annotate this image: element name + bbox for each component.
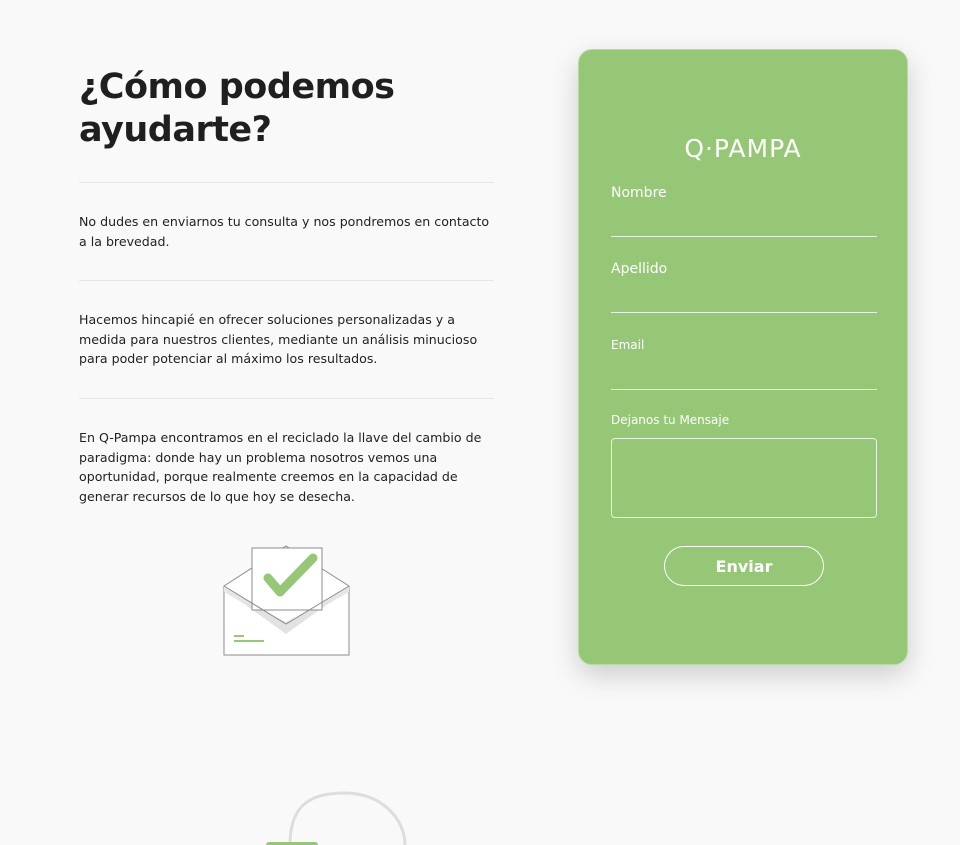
contact-form: Q·PAMPA Nombre Apellido Email Dejanos tu… — [578, 49, 908, 665]
apellido-field: Apellido — [611, 261, 877, 313]
email-field: Email — [611, 338, 877, 390]
divider — [79, 398, 494, 399]
contact-info: ¿Cómo podemos ayudarte? No dudes en envi… — [79, 66, 494, 504]
mensaje-field: Dejanos tu Mensaje — [611, 413, 877, 518]
decorative-shape — [266, 791, 407, 845]
divider — [79, 182, 494, 183]
nombre-field: Nombre — [611, 185, 877, 237]
enviar-button[interactable]: Enviar — [664, 546, 824, 586]
apellido-input[interactable] — [611, 283, 877, 313]
intro-paragraph: No dudes en enviarnos tu consulta y nos … — [79, 214, 490, 249]
page-title: ¿Cómo podemos ayudarte? — [79, 67, 395, 150]
nombre-label: Nombre — [611, 185, 667, 201]
mensaje-label: Dejanos tu Mensaje — [611, 413, 730, 427]
brand-logo: Q·PAMPA — [684, 134, 802, 163]
email-input[interactable] — [611, 360, 877, 390]
nombre-input[interactable] — [611, 207, 877, 237]
divider — [79, 280, 494, 281]
email-label: Email — [611, 338, 645, 352]
mensaje-textarea[interactable] — [611, 438, 877, 518]
apellido-label: Apellido — [611, 261, 668, 277]
recycling-paragraph: En Q-Pampa encontramos en el reciclado l… — [79, 430, 482, 504]
solutions-paragraph: Hacemos hincapié en ofrecer soluciones p… — [79, 312, 478, 366]
contact-page: ¿Cómo podemos ayudarte? No dudes en envi… — [0, 0, 960, 845]
envelope-check-icon — [223, 545, 350, 656]
